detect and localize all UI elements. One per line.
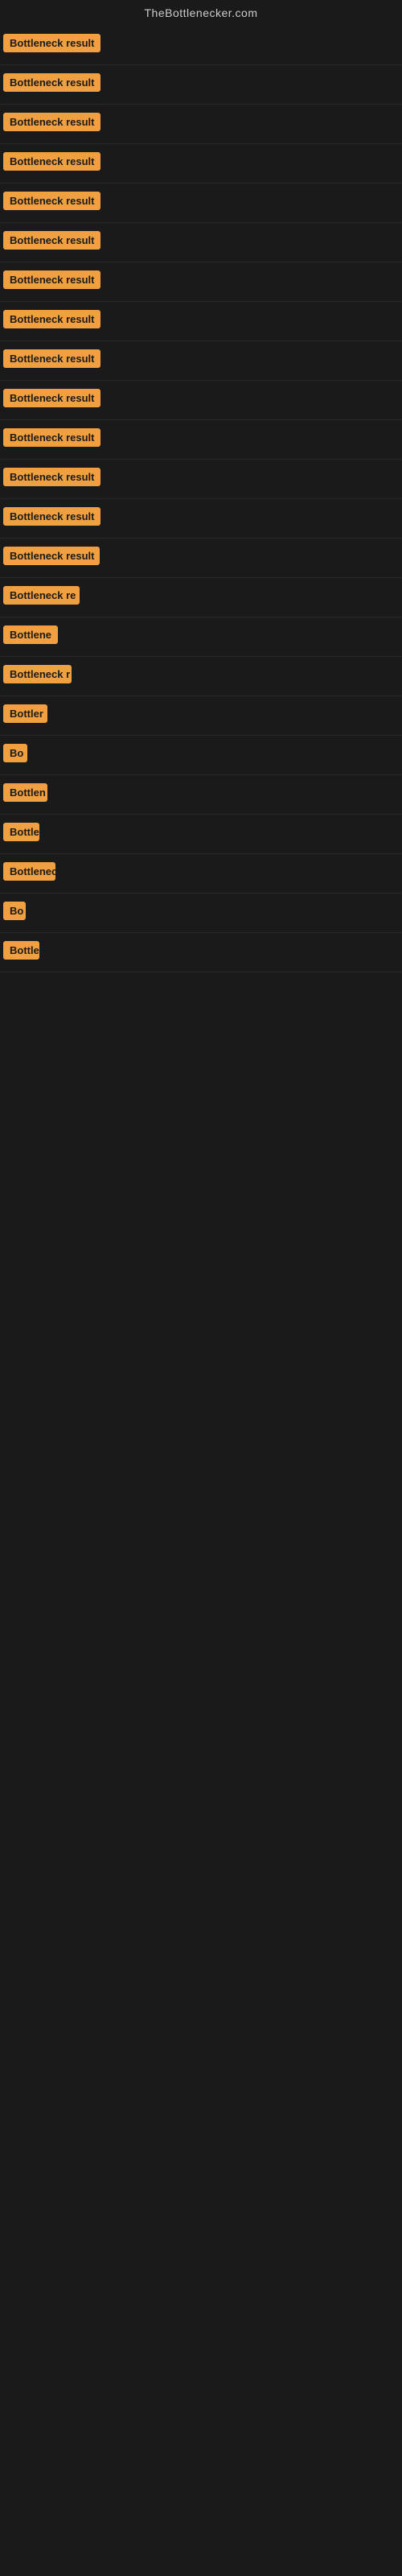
bottleneck-badge[interactable]: Bottleneck result: [3, 34, 100, 52]
bottleneck-badge[interactable]: Bottlen: [3, 783, 47, 802]
result-row: Bottleneck result: [0, 184, 402, 223]
bottleneck-badge[interactable]: Bo: [3, 744, 27, 762]
result-row: Bottleneck result: [0, 65, 402, 105]
result-row: Bottleneck result: [0, 460, 402, 499]
bottleneck-badge[interactable]: Bottleneck result: [3, 547, 100, 565]
result-row: Bottle: [0, 815, 402, 854]
bottleneck-badge[interactable]: Bottleneck result: [3, 113, 100, 131]
result-row: Bottleneck result: [0, 302, 402, 341]
result-row: Bottlenec: [0, 854, 402, 894]
bottleneck-badge[interactable]: Bottleneck result: [3, 192, 100, 210]
bottleneck-badge[interactable]: Bottleneck result: [3, 231, 100, 250]
results-container: Bottleneck result Bottleneck result Bottle…: [0, 26, 402, 972]
bottleneck-badge[interactable]: Bottler: [3, 704, 47, 723]
result-row: Bo: [0, 736, 402, 775]
result-row: Bottlen: [0, 775, 402, 815]
bottleneck-badge[interactable]: Bottleneck result: [3, 152, 100, 171]
result-row: Bottlene: [0, 617, 402, 657]
result-row: Bottleneck result: [0, 341, 402, 381]
result-row: Bottleneck result: [0, 105, 402, 144]
site-title: TheBottlenecker.com: [0, 0, 402, 26]
bottleneck-badge[interactable]: Bottleneck result: [3, 310, 100, 328]
result-row: Bottleneck re: [0, 578, 402, 617]
result-row: Bottler: [0, 696, 402, 736]
bottleneck-badge[interactable]: Bottle: [3, 823, 39, 841]
bottleneck-badge[interactable]: Bottleneck result: [3, 389, 100, 407]
bottleneck-badge[interactable]: Bottleneck r: [3, 665, 72, 683]
bottleneck-badge[interactable]: Bottleneck result: [3, 468, 100, 486]
result-row: Bottleneck result: [0, 26, 402, 65]
bottleneck-badge[interactable]: Bottleneck re: [3, 586, 80, 605]
bottleneck-badge[interactable]: Bottleneck result: [3, 73, 100, 92]
bottleneck-badge[interactable]: Bottleneck result: [3, 428, 100, 447]
result-row: Bottleneck result: [0, 381, 402, 420]
result-row: Bottleneck result: [0, 223, 402, 262]
bottleneck-badge[interactable]: Bottleneck result: [3, 349, 100, 368]
result-row: Bottleneck result: [0, 420, 402, 460]
result-row: Bottleneck result: [0, 539, 402, 578]
bottleneck-badge[interactable]: Bottleneck result: [3, 270, 100, 289]
result-row: Bottleneck result: [0, 262, 402, 302]
bottleneck-badge[interactable]: Bottle: [3, 941, 39, 960]
result-row: Bottleneck result: [0, 144, 402, 184]
bottleneck-badge[interactable]: Bottlene: [3, 625, 58, 644]
result-row: Bottle: [0, 933, 402, 972]
result-row: Bo: [0, 894, 402, 933]
result-row: Bottleneck result: [0, 499, 402, 539]
bottleneck-badge[interactable]: Bo: [3, 902, 26, 920]
bottleneck-badge[interactable]: Bottleneck result: [3, 507, 100, 526]
bottleneck-badge[interactable]: Bottlenec: [3, 862, 55, 881]
result-row: Bottleneck r: [0, 657, 402, 696]
